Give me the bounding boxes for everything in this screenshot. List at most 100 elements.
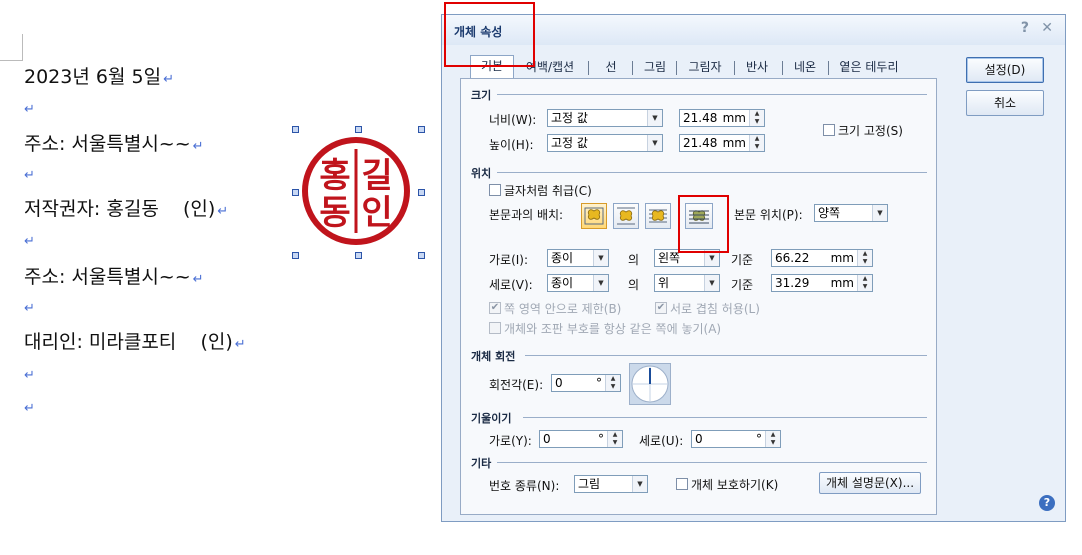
spin-up-icon[interactable]: ▲ — [858, 250, 872, 258]
seal-stamp-image[interactable]: 홍 길 동 인 — [300, 135, 412, 247]
spin-down-icon[interactable]: ▼ — [606, 383, 620, 391]
svg-text:인: 인 — [361, 193, 392, 233]
width-value-input[interactable]: 21.48 mm ▲ ▼ — [679, 109, 765, 127]
section-divider — [525, 355, 927, 356]
wrap-top-bottom-button[interactable] — [613, 203, 639, 229]
page-corner-mark — [0, 60, 23, 61]
resize-handle-e[interactable] — [418, 189, 425, 196]
tab-line[interactable]: 선 — [590, 57, 632, 79]
skew-horizontal-input[interactable]: 0 ° ▲ ▼ — [539, 430, 623, 448]
spin-up-icon[interactable]: ▲ — [750, 135, 764, 143]
tab-reflection[interactable]: 반사 — [736, 57, 778, 79]
of-label: 의 — [628, 253, 640, 267]
doc-line-date[interactable]: 2023년 6월 5일 ↵ — [24, 62, 174, 89]
section-rotation-title: 개체 회전 — [471, 350, 516, 363]
horizontal-ref-select[interactable]: 종이 ▼ — [547, 249, 609, 267]
object-description-button[interactable]: 개체 설명문(X)... — [819, 472, 921, 494]
spin-down-icon[interactable]: ▼ — [766, 439, 780, 447]
tab-separator — [676, 61, 677, 75]
text-position-select[interactable]: 양쪽 ▼ — [814, 204, 888, 222]
ok-button[interactable]: 설정(D) — [966, 57, 1044, 83]
doc-line-author[interactable]: 저작권자: 홍길동 (인) ↵ — [24, 194, 228, 221]
tab-soft-edge[interactable]: 옅은 테두리 — [830, 57, 908, 79]
spin-up-icon[interactable]: ▲ — [606, 375, 620, 383]
horizontal-label: 가로(I): — [489, 253, 529, 267]
spin-up-icon[interactable]: ▲ — [608, 431, 622, 439]
doc-line-address-2[interactable]: 주소: 서울특별시~~ ↵ — [24, 262, 204, 289]
rotation-dial[interactable] — [629, 363, 671, 405]
paragraph-mark: ↵ — [24, 102, 35, 117]
resize-handle-nw[interactable] — [292, 126, 299, 133]
tab-shadow[interactable]: 그림자 — [678, 57, 732, 79]
resize-handle-n[interactable] — [355, 126, 362, 133]
resize-handle-w[interactable] — [292, 189, 299, 196]
spin-down-icon[interactable]: ▼ — [750, 118, 764, 126]
resize-handle-sw[interactable] — [292, 252, 299, 259]
horizontal-value-input[interactable]: 66.22 mm ▲ ▼ — [771, 249, 873, 267]
spin-buttons[interactable]: ▲ ▼ — [605, 375, 620, 391]
dialog-titlebar[interactable]: 개체 속성 ? ✕ — [442, 15, 1065, 45]
butterfly-wrap-icon — [584, 207, 604, 225]
tab-neon[interactable]: 네온 — [784, 57, 826, 79]
spin-buttons[interactable]: ▲ ▼ — [749, 135, 764, 151]
object-properties-dialog: 개체 속성 ? ✕ 기본 여백/캡션 선 그림 그림자 반사 네온 옅은 테두리… — [441, 2, 1066, 522]
rotation-dial-icon — [631, 365, 669, 403]
page-corner-mark — [22, 34, 23, 60]
spin-down-icon[interactable]: ▼ — [750, 143, 764, 151]
help-icon[interactable]: ? — [1039, 495, 1055, 511]
spin-up-icon[interactable]: ▲ — [750, 110, 764, 118]
paragraph-mark: ↵ — [24, 234, 35, 249]
chevron-down-icon: ▼ — [647, 110, 662, 126]
tab-separator — [828, 61, 829, 75]
chevron-down-icon: ▼ — [704, 275, 719, 291]
spin-up-icon[interactable]: ▲ — [858, 275, 872, 283]
lock-size-label: 크기 고정(S) — [838, 124, 903, 138]
highlight-box-wrap-front — [678, 195, 729, 253]
chevron-down-icon: ▼ — [593, 275, 608, 291]
spin-buttons[interactable]: ▲ ▼ — [857, 275, 872, 291]
height-label: 높이(H): — [489, 138, 534, 152]
skew-vertical-input[interactable]: 0 ° ▲ ▼ — [691, 430, 781, 448]
spin-buttons[interactable]: ▲ ▼ — [857, 250, 872, 266]
protect-object-checkbox[interactable] — [676, 478, 688, 490]
tab-separator — [782, 61, 783, 75]
doc-line-agent[interactable]: 대리인: 미라클포티 (인) ↵ — [24, 327, 246, 354]
same-side-checkbox[interactable] — [489, 322, 501, 334]
resize-handle-se[interactable] — [418, 252, 425, 259]
cancel-button[interactable]: 취소 — [966, 90, 1044, 116]
tab-picture[interactable]: 그림 — [634, 57, 676, 79]
spin-down-icon[interactable]: ▼ — [608, 439, 622, 447]
height-value-input[interactable]: 21.48 mm ▲ ▼ — [679, 134, 765, 152]
spin-down-icon[interactable]: ▼ — [858, 283, 872, 291]
height-mode-select[interactable]: 고정 값 ▼ — [547, 134, 663, 152]
spin-down-icon[interactable]: ▼ — [858, 258, 872, 266]
angle-input[interactable]: 0 ° ▲ ▼ — [551, 374, 621, 392]
doc-line-address-1[interactable]: 주소: 서울특별시~~ ↵ — [24, 129, 204, 156]
vertical-value-input[interactable]: 31.29 mm ▲ ▼ — [771, 274, 873, 292]
help-icon[interactable]: ? — [1021, 20, 1029, 36]
vertical-align-select[interactable]: 위 ▼ — [654, 274, 720, 292]
width-mode-select[interactable]: 고정 값 ▼ — [547, 109, 663, 127]
same-side-label: 개체와 조판 부호를 항상 같은 쪽에 놓기(A) — [504, 322, 722, 336]
spin-up-icon[interactable]: ▲ — [766, 431, 780, 439]
number-type-select[interactable]: 그림 ▼ — [574, 475, 648, 493]
vertical-ref-select[interactable]: 종이 ▼ — [547, 274, 609, 292]
lock-size-checkbox[interactable] — [823, 124, 835, 136]
close-icon[interactable]: ✕ — [1041, 20, 1053, 36]
basic-tab-panel: 크기 너비(W): 고정 값 ▼ 21.48 mm ▲ ▼ 높이(H): 고정 값 ▼ 2… — [460, 78, 937, 515]
wrap-square-button[interactable] — [581, 203, 607, 229]
spin-buttons[interactable]: ▲ ▼ — [607, 431, 622, 447]
resize-handle-ne[interactable] — [418, 126, 425, 133]
resize-handle-s[interactable] — [355, 252, 362, 259]
tab-separator — [632, 61, 633, 75]
limit-to-page-checkbox[interactable]: ✔ — [489, 302, 501, 314]
wrap-behind-text-button[interactable] — [645, 203, 671, 229]
treat-as-char-checkbox[interactable] — [489, 184, 501, 196]
chevron-down-icon: ▼ — [872, 205, 887, 221]
spin-buttons[interactable]: ▲ ▼ — [749, 110, 764, 126]
section-etc-title: 기타 — [471, 457, 492, 470]
allow-overlap-checkbox[interactable]: ✔ — [655, 302, 667, 314]
spin-buttons[interactable]: ▲ ▼ — [765, 431, 780, 447]
vertical-label: 세로(V): — [489, 278, 533, 292]
section-skew-title: 기울이기 — [471, 412, 512, 425]
